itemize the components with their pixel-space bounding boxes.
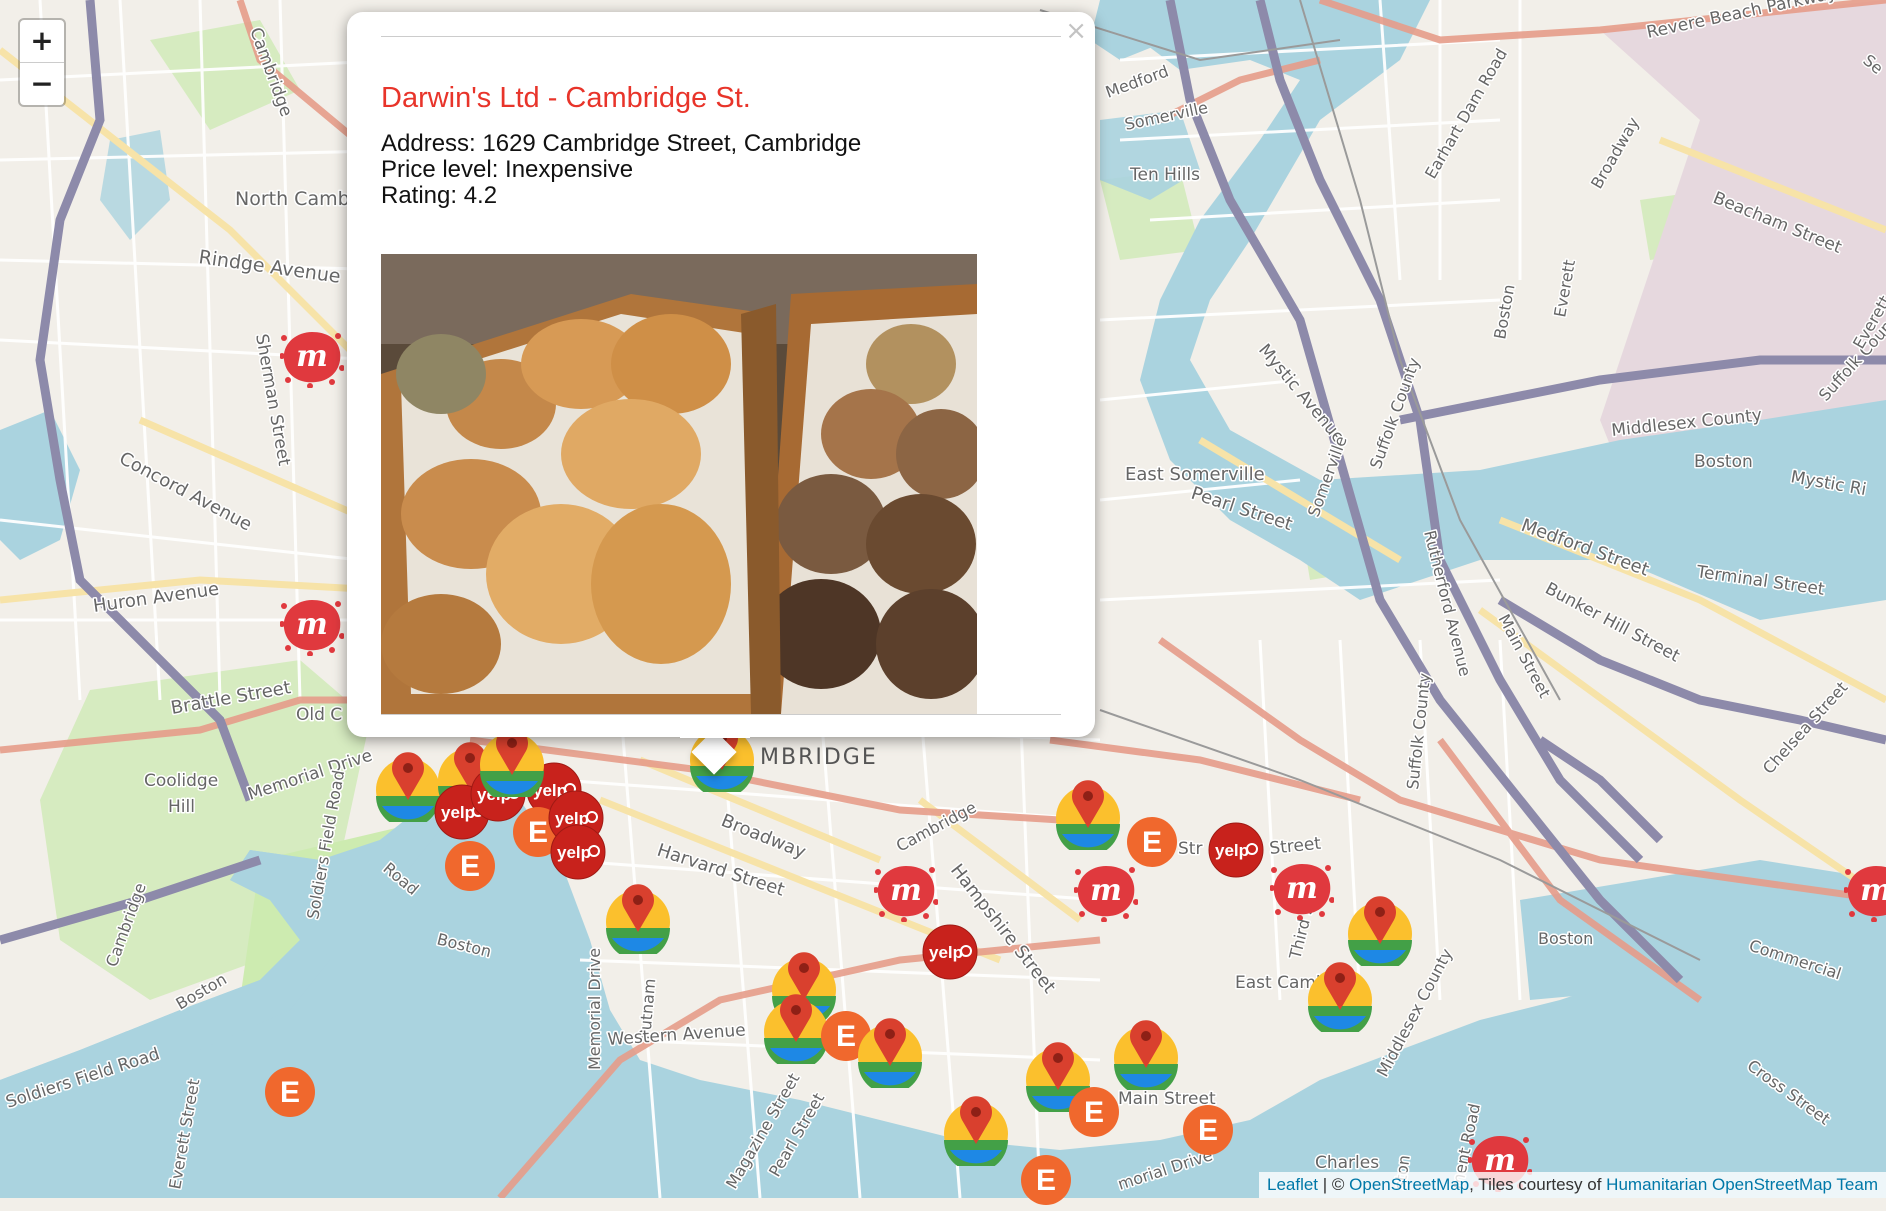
svg-text:E: E — [1036, 1164, 1056, 1197]
place-photo — [381, 254, 977, 714]
google-place-marker[interactable] — [602, 882, 674, 960]
close-icon[interactable]: × — [1065, 16, 1087, 46]
yelp-marker[interactable]: yelp — [1208, 822, 1264, 883]
svg-text:Hill: Hill — [168, 797, 195, 817]
popup-divider-bottom — [381, 714, 1061, 715]
svg-text:MBRIDGE: MBRIDGE — [760, 745, 878, 770]
svg-text:Ten Hills: Ten Hills — [1129, 165, 1200, 185]
svg-text:North Camb: North Camb — [235, 188, 350, 210]
meetup-marker[interactable]: m — [279, 328, 345, 393]
svg-text:E: E — [528, 816, 548, 849]
attribution-tiles-text: , Tiles courtesy of — [1469, 1175, 1607, 1194]
google-place-marker[interactable] — [940, 1094, 1012, 1172]
yelp-marker[interactable]: yelp — [922, 924, 978, 985]
hot-link[interactable]: Humanitarian OpenStreetMap Team — [1606, 1175, 1878, 1194]
svg-text:m: m — [1860, 873, 1886, 908]
map-attribution: Leaflet | © OpenStreetMap, Tiles courtes… — [1258, 1172, 1886, 1198]
svg-text:Boston: Boston — [1538, 929, 1593, 948]
svg-text:Boston: Boston — [1694, 452, 1753, 472]
svg-text:Str: Str — [1178, 839, 1202, 859]
zoom-in-button[interactable]: + — [20, 20, 64, 63]
svg-text:m: m — [1090, 873, 1122, 908]
google-place-marker[interactable] — [1052, 778, 1124, 856]
svg-text:E: E — [460, 850, 480, 883]
svg-text:Old C: Old C — [296, 705, 342, 725]
svg-text:m: m — [1286, 871, 1318, 906]
popup-price-level: Price level: Inexpensive — [381, 156, 634, 183]
popup-rating: Rating: 4.2 — [381, 182, 498, 209]
eventbrite-marker[interactable]: E — [1020, 1154, 1072, 1211]
openstreetmap-link[interactable]: OpenStreetMap — [1349, 1175, 1469, 1194]
svg-text:E: E — [1084, 1096, 1104, 1129]
svg-text:Memorial Drive: Memorial Drive — [585, 948, 604, 1070]
meetup-marker[interactable]: m — [279, 596, 345, 661]
google-place-marker[interactable] — [1110, 1018, 1182, 1096]
svg-text:E: E — [836, 1020, 856, 1053]
yelp-marker[interactable]: yelp — [550, 824, 606, 885]
eventbrite-marker[interactable]: E — [1182, 1104, 1234, 1161]
svg-text:E: E — [280, 1076, 300, 1109]
leaflet-link[interactable]: Leaflet — [1267, 1175, 1318, 1194]
google-place-marker[interactable] — [1304, 960, 1376, 1038]
svg-text:m: m — [296, 339, 328, 374]
svg-text:yelp: yelp — [1215, 841, 1249, 860]
eventbrite-marker[interactable]: E — [264, 1066, 316, 1123]
svg-text:m: m — [890, 873, 922, 908]
popup-divider-top — [381, 36, 1061, 37]
meetup-marker[interactable]: m — [1073, 862, 1139, 927]
svg-text:m: m — [296, 607, 328, 642]
meetup-marker[interactable]: m — [1843, 862, 1886, 927]
svg-text:Coolidge: Coolidge — [144, 771, 218, 791]
map-canvas[interactable]: Cambridge North Camb Rindge Avenue Sherm… — [0, 0, 1886, 1205]
svg-text:Charles: Charles — [1315, 1153, 1379, 1173]
popup-address: Address: 1629 Cambridge Street, Cambridg… — [381, 130, 862, 157]
attribution-separator: | © — [1318, 1175, 1350, 1194]
meetup-marker[interactable]: m — [873, 862, 939, 927]
zoom-out-button[interactable]: − — [20, 63, 64, 105]
meetup-marker[interactable]: m — [1269, 860, 1335, 925]
svg-text:yelp: yelp — [557, 843, 591, 862]
popup-tip-cover — [680, 718, 750, 738]
popup-title: Darwin's Ltd - Cambridge St. — [381, 82, 751, 114]
eventbrite-marker[interactable]: E — [444, 840, 496, 897]
google-place-marker[interactable] — [854, 1016, 926, 1094]
svg-text:E: E — [1198, 1114, 1218, 1147]
eventbrite-marker[interactable]: E — [1068, 1086, 1120, 1143]
svg-text:yelp: yelp — [929, 943, 963, 962]
svg-text:E: E — [1142, 826, 1162, 859]
zoom-control: + − — [18, 18, 66, 107]
place-popup: × Darwin's Ltd - Cambridge St. Address: … — [347, 12, 1095, 737]
